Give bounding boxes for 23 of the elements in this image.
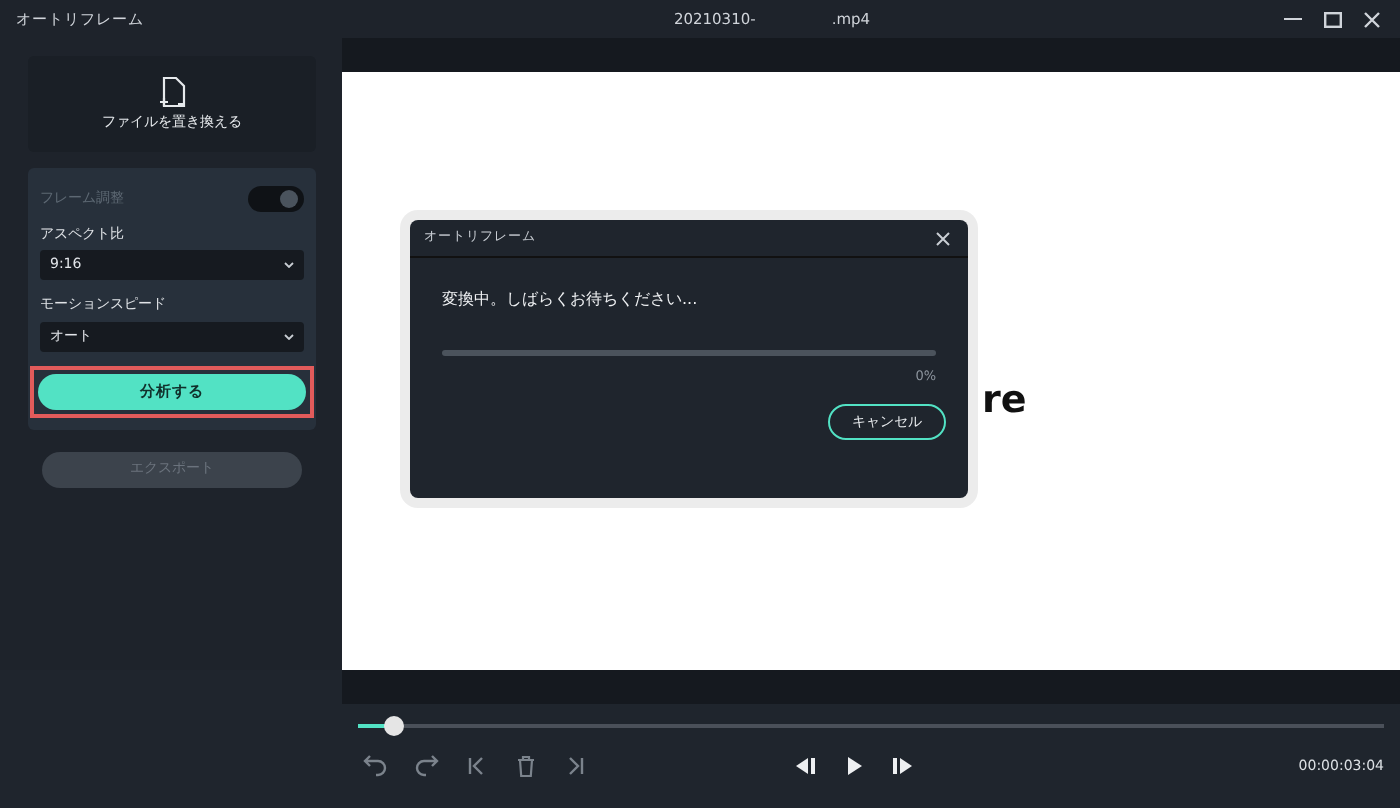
- redo-icon: [412, 752, 440, 780]
- chevron-down-icon: [284, 262, 294, 268]
- progress-message: 変換中。しばらくお待ちください...: [440, 288, 700, 312]
- next-frame-button[interactable]: [888, 752, 917, 780]
- next-frame-icon: [888, 752, 917, 780]
- maximize-icon: [1323, 11, 1341, 27]
- delete-button[interactable]: [512, 752, 540, 780]
- undo-button[interactable]: [362, 752, 390, 780]
- undo-icon: [362, 752, 390, 780]
- chevron-down-icon: [284, 333, 294, 339]
- close-button[interactable]: [930, 226, 954, 250]
- close-icon: [935, 231, 949, 245]
- preview-text: re: [982, 382, 1027, 420]
- maximize-button[interactable]: [1320, 7, 1344, 31]
- previous-frame-button[interactable]: [792, 752, 821, 780]
- redo-button[interactable]: [412, 752, 440, 780]
- slider-thumb[interactable]: [383, 716, 404, 736]
- previous-frame-icon: [792, 752, 821, 780]
- trash-icon: [512, 752, 540, 780]
- minimize-icon: [1283, 18, 1301, 20]
- close-button[interactable]: [1360, 7, 1384, 31]
- file-add-icon: [158, 75, 186, 108]
- close-icon: [1364, 11, 1380, 27]
